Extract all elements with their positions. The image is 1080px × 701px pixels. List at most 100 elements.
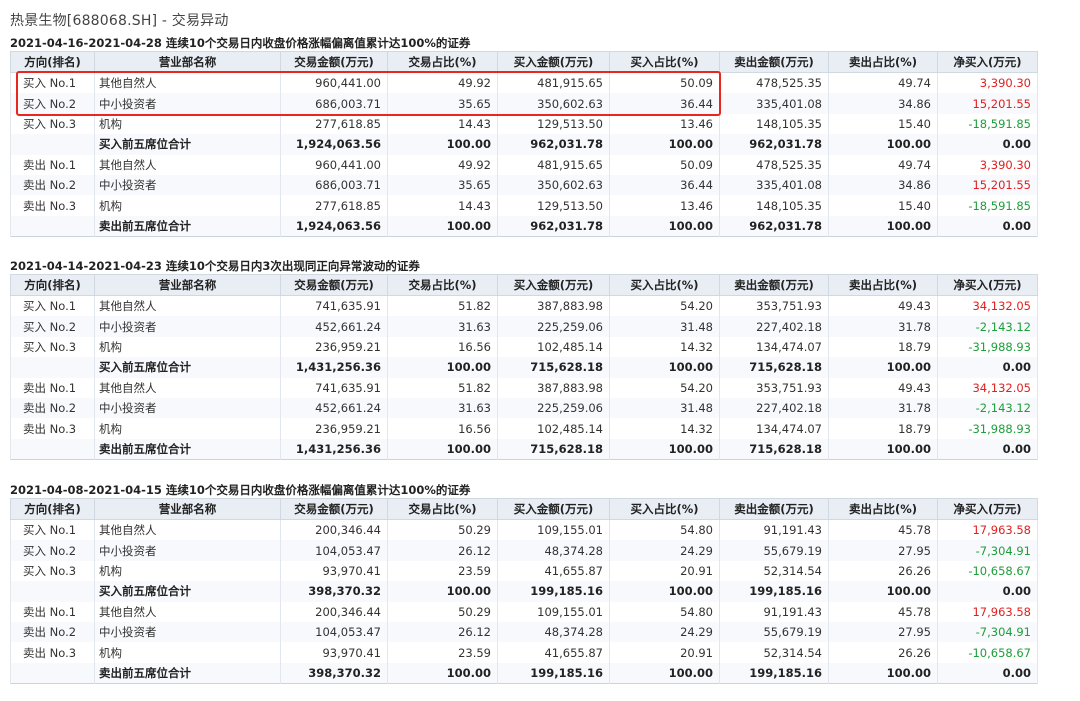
- column-header-trade-pct[interactable]: 交易占比(%): [387, 274, 498, 296]
- cell-trade-pct: 100.00: [387, 581, 498, 602]
- cell-buy-amount: 225,259.06: [497, 316, 610, 337]
- cell-dept-name[interactable]: 机构: [94, 418, 281, 439]
- column-header-sell-pct[interactable]: 卖出占比(%): [828, 51, 938, 73]
- cell-dept-name[interactable]: 中小投资者: [94, 174, 281, 196]
- column-header-dept-name[interactable]: 营业部名称: [94, 498, 281, 520]
- cell-dept-name[interactable]: 机构: [94, 195, 281, 216]
- column-header-buy-pct[interactable]: 买入占比(%): [609, 51, 720, 73]
- table-row: 买入 No.1 其他自然人 200,346.44 50.29 109,155.01 54.…: [10, 519, 1038, 541]
- column-header-net-buy[interactable]: 净买入(万元): [937, 498, 1038, 520]
- cell-trade-amount: 200,346.44: [280, 519, 388, 541]
- table-row: 买入 No.1 其他自然人 741,635.91 51.82 387,883.98 54.…: [10, 295, 1038, 317]
- cell-buy-amount: 48,374.28: [497, 540, 610, 561]
- table-row: 买入 No.2 中小投资者 104,053.47 26.12 48,374.28 24.2…: [10, 540, 1038, 561]
- cell-buy-pct: 14.32: [609, 418, 720, 439]
- column-header-net-buy[interactable]: 净买入(万元): [937, 274, 1038, 296]
- column-header-trade-pct[interactable]: 交易占比(%): [387, 498, 498, 520]
- column-header-direction[interactable]: 方向(排名): [10, 274, 95, 296]
- table-row: 买入 No.3 机构 277,618.85 14.43 129,513.50 13.46 1…: [10, 113, 1038, 135]
- cell-sell-pct: 27.95: [828, 621, 938, 643]
- cell-dept-name[interactable]: 机构: [94, 642, 281, 663]
- table-row: 买入 No.2 中小投资者 452,661.24 31.63 225,259.06 31.…: [10, 316, 1038, 337]
- cell-net-buy: 3,390.30: [937, 154, 1038, 175]
- cell-direction: 卖出 No.3: [10, 195, 95, 216]
- cell-sell-amount: 353,751.93: [719, 377, 829, 398]
- cell-dept-name[interactable]: 其他自然人: [94, 154, 281, 175]
- cell-dept-name[interactable]: 其他自然人: [94, 295, 281, 317]
- cell-buy-amount: 481,915.65: [497, 154, 610, 175]
- column-header-trade-amount[interactable]: 交易金额(万元): [280, 51, 388, 73]
- cell-trade-pct: 50.29: [387, 601, 498, 622]
- column-header-sell-pct[interactable]: 卖出占比(%): [828, 274, 938, 296]
- cell-dept-name[interactable]: 其他自然人: [94, 519, 281, 541]
- column-header-buy-amount[interactable]: 买入金额(万元): [497, 498, 610, 520]
- cell-sell-pct: 45.78: [828, 601, 938, 622]
- column-header-sell-amount[interactable]: 卖出金额(万元): [719, 498, 829, 520]
- column-header-net-buy[interactable]: 净买入(万元): [937, 51, 1038, 73]
- column-header-direction[interactable]: 方向(排名): [10, 498, 95, 520]
- cell-buy-pct: 13.46: [609, 195, 720, 216]
- cell-net-buy: -18,591.85: [937, 113, 1038, 135]
- cell-sell-pct: 100.00: [828, 357, 938, 378]
- summary-row: 卖出前五席位合计 1,924,063.56 100.00 962,031.78 100.…: [10, 215, 1038, 237]
- cell-dept-name[interactable]: 中小投资者: [94, 397, 281, 419]
- section-title: 2021-04-14-2021-04-23 连续10个交易日内3次出现同正向异常…: [10, 259, 420, 273]
- cell-dept-name[interactable]: 中小投资者: [94, 540, 281, 561]
- cell-buy-amount: 387,883.98: [497, 377, 610, 398]
- cell-dept-name[interactable]: 机构: [94, 113, 281, 135]
- cell-dept-name[interactable]: 机构: [94, 560, 281, 582]
- column-header-trade-amount[interactable]: 交易金额(万元): [280, 274, 388, 296]
- cell-buy-amount: 387,883.98: [497, 295, 610, 317]
- cell-dept-name: 卖出前五席位合计: [94, 438, 281, 460]
- cell-net-buy: 34,132.05: [937, 377, 1038, 398]
- cell-dept-name[interactable]: 中小投资者: [94, 621, 281, 643]
- column-header-sell-amount[interactable]: 卖出金额(万元): [719, 274, 829, 296]
- column-header-sell-pct[interactable]: 卖出占比(%): [828, 498, 938, 520]
- cell-net-buy: 17,963.58: [937, 601, 1038, 622]
- cell-trade-amount: 960,441.00: [280, 154, 388, 175]
- column-header-direction[interactable]: 方向(排名): [10, 51, 95, 73]
- cell-sell-amount: 199,185.16: [719, 662, 829, 684]
- table-row: 买入 No.3 机构 93,970.41 23.59 41,655.87 20.91 52,…: [10, 560, 1038, 582]
- cell-sell-amount: 353,751.93: [719, 295, 829, 317]
- cell-trade-amount: 452,661.24: [280, 397, 388, 419]
- summary-row: 买入前五席位合计 1,924,063.56 100.00 962,031.78 100.…: [10, 134, 1038, 155]
- column-header-dept-name[interactable]: 营业部名称: [94, 274, 281, 296]
- table-row: 卖出 No.3 机构 236,959.21 16.56 102,485.14 14.32 1…: [10, 418, 1038, 439]
- table-header-row: 方向(排名) 营业部名称 交易金额(万元) 交易占比(%) 买入金额(万元) 买入占比(%…: [10, 274, 1038, 296]
- cell-dept-name[interactable]: 中小投资者: [94, 316, 281, 337]
- column-header-buy-amount[interactable]: 买入金额(万元): [497, 274, 610, 296]
- cell-dept-name[interactable]: 其他自然人: [94, 377, 281, 398]
- cell-dept-name[interactable]: 机构: [94, 336, 281, 358]
- cell-dept-name[interactable]: 其他自然人: [94, 601, 281, 622]
- cell-buy-amount: 962,031.78: [497, 215, 610, 237]
- table-row: 卖出 No.1 其他自然人 960,441.00 49.92 481,915.65 50.…: [10, 154, 1038, 175]
- cell-trade-amount: 1,431,256.36: [280, 357, 388, 378]
- cell-direction: 卖出 No.1: [10, 154, 95, 175]
- cell-direction: [10, 134, 95, 155]
- cell-buy-amount: 102,485.14: [497, 418, 610, 439]
- column-header-trade-amount[interactable]: 交易金额(万元): [280, 498, 388, 520]
- cell-buy-amount: 962,031.78: [497, 134, 610, 155]
- cell-buy-pct: 54.80: [609, 519, 720, 541]
- column-header-buy-amount[interactable]: 买入金额(万元): [497, 51, 610, 73]
- cell-net-buy: 17,963.58: [937, 519, 1038, 541]
- cell-net-buy: 0.00: [937, 134, 1038, 155]
- cell-sell-amount: 715,628.18: [719, 438, 829, 460]
- column-header-buy-pct[interactable]: 买入占比(%): [609, 274, 720, 296]
- column-header-buy-pct[interactable]: 买入占比(%): [609, 498, 720, 520]
- column-header-sell-amount[interactable]: 卖出金额(万元): [719, 51, 829, 73]
- cell-trade-amount: 398,370.32: [280, 662, 388, 684]
- cell-sell-amount: 134,474.07: [719, 336, 829, 358]
- cell-sell-amount: 134,474.07: [719, 418, 829, 439]
- cell-net-buy: 15,201.55: [937, 174, 1038, 196]
- cell-sell-pct: 49.43: [828, 295, 938, 317]
- table-row: 买入 No.3 机构 236,959.21 16.56 102,485.14 14.32 1…: [10, 336, 1038, 358]
- column-header-dept-name[interactable]: 营业部名称: [94, 51, 281, 73]
- cell-sell-pct: 31.78: [828, 316, 938, 337]
- table-row: 卖出 No.2 中小投资者 686,003.71 35.65 350,602.63 36.…: [10, 174, 1038, 196]
- column-header-trade-pct[interactable]: 交易占比(%): [387, 51, 498, 73]
- cell-sell-amount: 962,031.78: [719, 134, 829, 155]
- cell-sell-amount: 55,679.19: [719, 540, 829, 561]
- cell-net-buy: 0.00: [937, 357, 1038, 378]
